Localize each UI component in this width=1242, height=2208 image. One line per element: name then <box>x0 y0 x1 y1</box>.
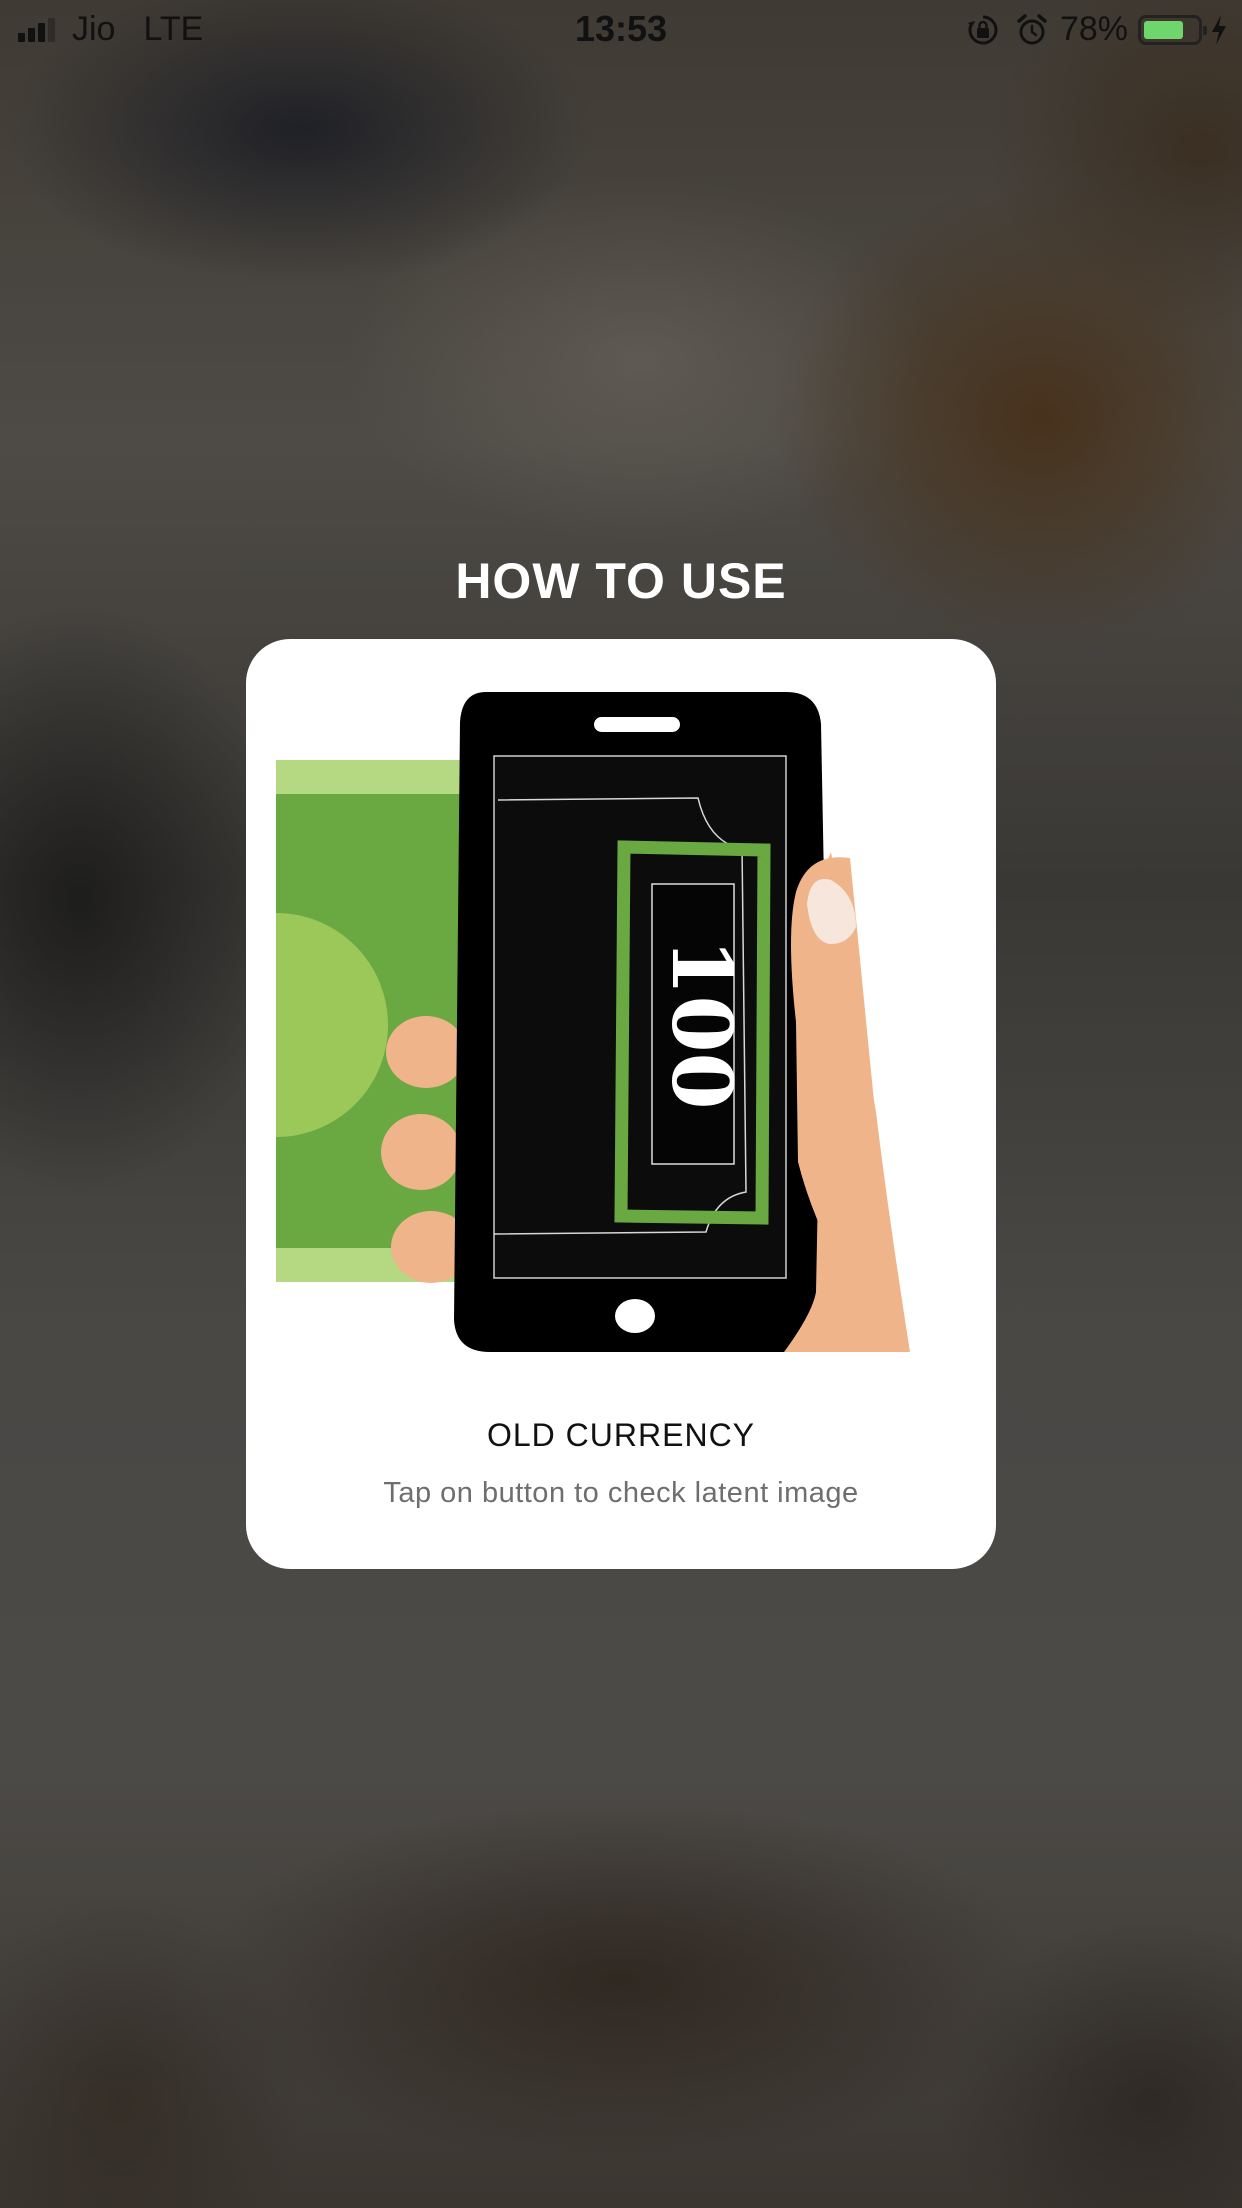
phone-home-button <box>615 1299 655 1333</box>
battery-icon <box>1138 14 1207 45</box>
phone-speaker <box>594 717 680 732</box>
status-bar: Jio LTE 13:53 78% <box>0 0 1242 60</box>
status-right: 78% <box>966 10 1228 49</box>
battery-percent: 78% <box>1059 10 1128 48</box>
charging-icon <box>1210 14 1228 46</box>
instruction-card: 100 OLD CURRENCY Tap on button to check … <box>246 639 996 1569</box>
phone-image: 100 <box>454 692 824 1352</box>
card-caption: OLD CURRENCY <box>486 1417 756 1453</box>
card-subtitle: Tap on button to check latent image <box>383 1477 859 1509</box>
battery-fill <box>1144 20 1184 39</box>
orientation-lock-icon <box>966 13 1000 47</box>
hand-holding-phone-illustration: 100 <box>276 692 910 1352</box>
screen: Jio LTE 13:53 78% HOW TO USE 100 OLD CUR… <box>0 0 1242 2208</box>
page-title: HOW TO USE <box>455 553 787 609</box>
note-denomination: 100 <box>653 938 749 1109</box>
alarm-icon <box>1016 13 1048 47</box>
